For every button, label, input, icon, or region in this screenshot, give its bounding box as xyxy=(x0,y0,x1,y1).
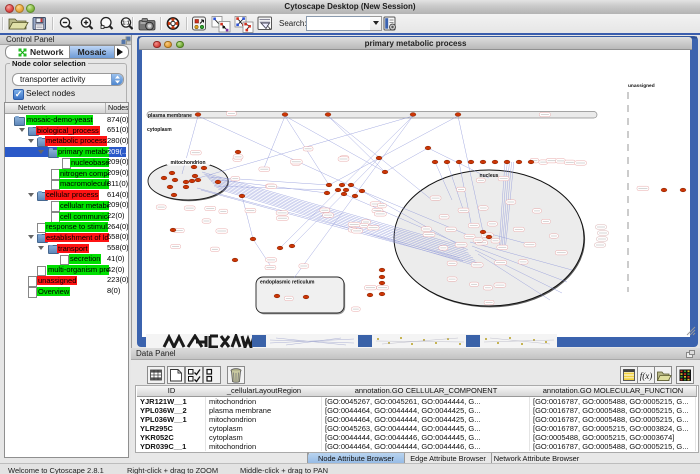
svg-text:cytoplasm: cytoplasm xyxy=(147,127,172,133)
svg-text:unassigned: unassigned xyxy=(628,83,655,89)
svg-text:1:1: 1:1 xyxy=(122,21,129,27)
svg-text:mitochondrion: mitochondrion xyxy=(171,160,206,166)
svg-text:plasma membrane: plasma membrane xyxy=(148,113,192,119)
svg-text:endoplasmic reticulum: endoplasmic reticulum xyxy=(260,280,315,286)
svg-text:f(x): f(x) xyxy=(640,371,653,381)
